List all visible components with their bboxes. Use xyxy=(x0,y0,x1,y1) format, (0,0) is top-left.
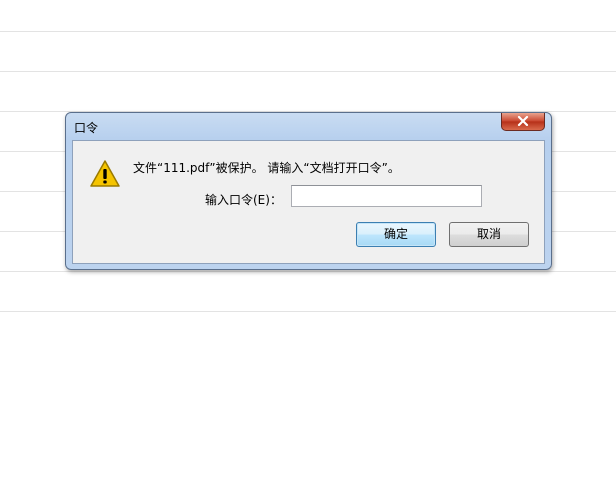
password-dialog: 口令 文件“111.pdf”被保护。 请输入“文档打开口令”。 输入口令(E)：… xyxy=(65,112,552,270)
dialog-title: 口令 xyxy=(74,121,99,135)
background-line xyxy=(0,31,616,32)
background-line xyxy=(0,311,616,312)
dialog-body: 文件“111.pdf”被保护。 请输入“文档打开口令”。 输入口令(E)： 确定… xyxy=(72,140,545,264)
background-line xyxy=(0,271,616,272)
ok-button[interactable]: 确定 xyxy=(356,222,436,247)
password-label: 输入口令(E)： xyxy=(205,193,282,207)
password-input[interactable] xyxy=(291,185,482,207)
close-icon xyxy=(517,116,529,126)
cancel-button[interactable]: 取消 xyxy=(449,222,529,247)
warning-icon xyxy=(90,160,120,187)
background-line xyxy=(0,71,616,72)
dialog-message: 文件“111.pdf”被保护。 请输入“文档打开口令”。 xyxy=(133,161,400,175)
close-button[interactable] xyxy=(501,113,545,131)
dialog-titlebar[interactable]: 口令 xyxy=(66,113,551,139)
